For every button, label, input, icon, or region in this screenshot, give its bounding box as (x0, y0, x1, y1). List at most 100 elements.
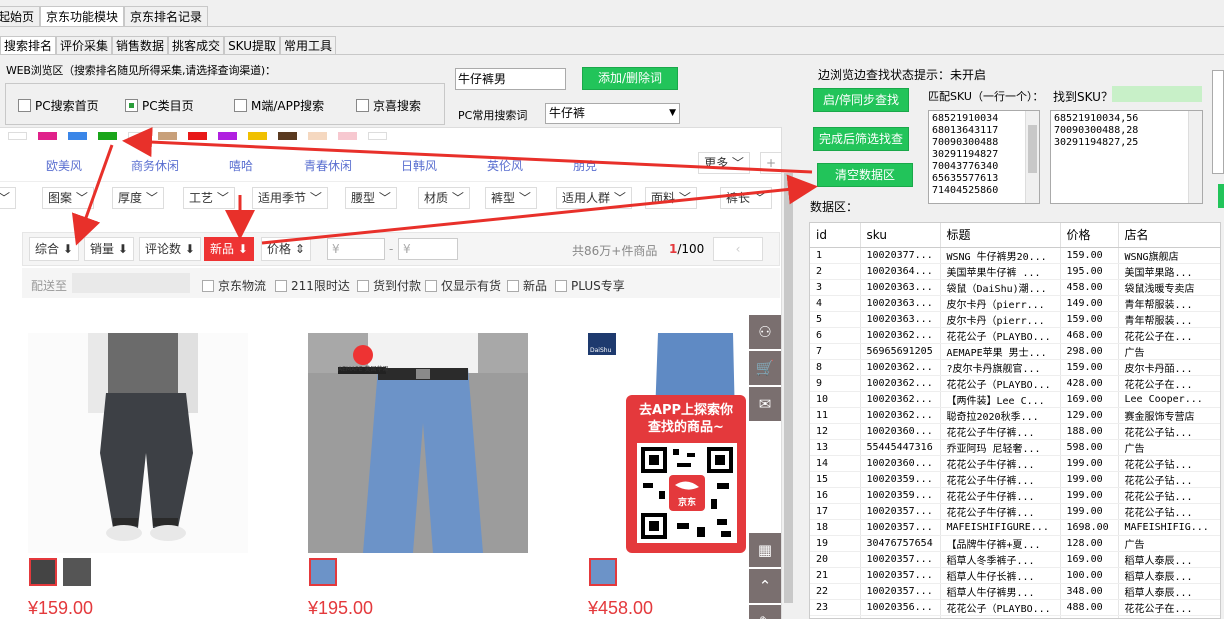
mode-mobile-app-search[interactable]: M端/APP搜索 (234, 97, 324, 114)
table-row[interactable]: 16 10020359... 花花公子牛仔裤... 199.00 花花公子钻... (810, 487, 1220, 504)
color-swatch[interactable] (128, 132, 147, 140)
column-header[interactable]: 店名 (1118, 223, 1220, 248)
product-image-2[interactable]: AEMAPE 美国苹果 (308, 333, 528, 553)
qrcode-icon[interactable]: ▦ (749, 533, 781, 567)
sort-button[interactable]: 新品 ⬇ (204, 237, 254, 261)
tab-sku-extract[interactable]: SKU提取 (224, 36, 281, 55)
delivery-filter[interactable]: 新品 (507, 277, 547, 294)
sort-button[interactable]: 价格 ⇕ (261, 237, 311, 261)
chevron-down-icon[interactable]: ﹀ (0, 187, 17, 209)
textarea-scrollbar[interactable] (1188, 111, 1202, 203)
attribute-dropdown[interactable]: 材质 ﹀ (418, 187, 470, 209)
color-swatch[interactable] (248, 132, 267, 140)
color-swatch[interactable] (368, 132, 387, 140)
sort-button[interactable]: 综合 ⬇ (29, 237, 79, 261)
scroll-thumb[interactable] (784, 173, 793, 603)
tab-search-rank[interactable]: 搜索排名 (0, 36, 57, 55)
table-row[interactable]: 17 10020357... 花花公子牛仔裤... 199.00 花花公子钻... (810, 503, 1220, 520)
table-row[interactable]: 18 10020357... MAFEISHIFIGURE... 1698.00 MAF… (810, 519, 1220, 536)
attribute-dropdown[interactable]: 适用季节 ﹀ (252, 187, 328, 209)
table-row[interactable]: 5 10020363... 皮尔卡丹（pierr... 159.00 青年帮服装... (810, 311, 1220, 328)
tab-common-tools[interactable]: 常用工具 (280, 36, 337, 55)
cart-icon[interactable]: 🛒 (749, 351, 781, 385)
attribute-dropdown[interactable]: 工艺 ﹀ (183, 187, 235, 209)
more-button[interactable]: 更多 ﹀ (698, 152, 750, 174)
color-swatch[interactable] (68, 132, 87, 140)
product-thumb[interactable] (309, 558, 337, 586)
checkbox[interactable] (425, 279, 437, 292)
style-option[interactable]: 青春休闲 (304, 157, 352, 174)
delivery-filter[interactable]: 货到付款 (357, 277, 421, 294)
color-swatch[interactable] (278, 132, 297, 140)
style-option[interactable]: 嘻哈 (229, 157, 253, 174)
add-delete-word-button[interactable]: 添加/删除词 (582, 67, 678, 90)
attribute-dropdown[interactable]: 适用人群 ﹀ (556, 187, 632, 209)
attribute-dropdown[interactable]: 腰型 ﹀ (345, 187, 397, 209)
filter-after-done-button[interactable]: 完成后筛选找查 (813, 127, 909, 151)
data-grid[interactable]: id sku 标题 价格 店名 1 10020377... WSNG 牛仔裤男20... 15… (809, 222, 1221, 619)
attribute-dropdown[interactable]: 图案 ﹀ (42, 187, 94, 209)
price-to-input[interactable]: ¥ (398, 238, 458, 260)
table-row[interactable]: 4 10020363... 皮尔卡丹（pierr... 149.00 青年帮服装... (810, 295, 1220, 312)
style-option[interactable]: 商务休闲 (131, 157, 179, 174)
delivery-filter[interactable]: 仅显示有货 (425, 277, 501, 294)
up-icon[interactable]: ⌃ (749, 569, 781, 603)
checkbox[interactable] (202, 279, 214, 292)
color-swatch[interactable] (158, 132, 177, 140)
checkbox[interactable] (507, 279, 519, 292)
table-row[interactable]: 7 56965691205 AEMAPE苹果 男士... 298.00 广告 (810, 343, 1220, 360)
prev-page-button[interactable]: ‹ (713, 237, 763, 261)
checkbox[interactable] (18, 99, 31, 112)
tab-jd-function-module[interactable]: 京东功能模块 (40, 6, 125, 27)
common-search-select[interactable]: 牛仔裤 ▼ (545, 103, 680, 124)
checkbox[interactable] (234, 99, 247, 112)
tab-pick-deal[interactable]: 挑客成交 (168, 36, 225, 55)
mode-pc-category[interactable]: PC类目页 (125, 97, 194, 114)
table-row[interactable]: 13 55445447316 乔亚阿玛 尼轻奢... 598.00 广告 (810, 439, 1220, 456)
delivery-filter[interactable]: PLUS专享 (555, 277, 625, 294)
attribute-dropdown[interactable]: 裤长 ﹀ (720, 187, 772, 209)
sort-button[interactable]: 评论数 ⬇ (139, 237, 201, 261)
message-icon[interactable]: ✉ (749, 387, 781, 421)
color-swatch[interactable] (188, 132, 207, 140)
table-row[interactable]: 11 10020362... 聪奇拉2020秋季... 129.00 赛金服饰专营店 (810, 407, 1220, 424)
side-button-edge[interactable] (1218, 184, 1224, 208)
table-row[interactable]: 14 10020360... 花花公子牛仔裤... 199.00 花花公子钻... (810, 455, 1220, 472)
style-option[interactable]: 欧美风 (46, 157, 82, 174)
keyword-input[interactable]: 牛仔裤男 (455, 68, 566, 90)
table-row[interactable]: 20 10020357... 稻草人冬季裤子... 169.00 稻草人泰辰... (810, 551, 1220, 568)
column-header[interactable]: 价格 (1060, 223, 1119, 248)
clear-data-button[interactable]: 清空数据区 (817, 163, 913, 187)
product-thumb[interactable] (63, 558, 91, 586)
table-row[interactable]: 23 10020356... 花花公子（PLAYBO... 488.00 花花公子在..… (810, 599, 1220, 616)
delivery-filter[interactable]: 211限时达 (275, 277, 350, 294)
style-option[interactable]: 日韩风 (401, 157, 437, 174)
color-swatch[interactable] (308, 132, 327, 140)
column-header[interactable]: 标题 (940, 223, 1061, 248)
found-sku-textarea[interactable]: 68521910034,56 70090300488,28 3029119482… (1050, 110, 1203, 204)
product-image-1[interactable] (28, 333, 248, 553)
browser-scrollbar[interactable] (781, 127, 795, 619)
column-header[interactable]: sku (860, 223, 941, 248)
checkbox[interactable] (357, 279, 369, 292)
product-thumb[interactable] (589, 558, 617, 586)
checkbox[interactable] (356, 99, 369, 112)
color-swatch[interactable] (218, 132, 237, 140)
table-row[interactable]: 8 10020362... ?皮尔卡丹旗舰官... 159.00 皮尔卡丹皕... (810, 359, 1220, 376)
textarea-scrollbar[interactable] (1025, 111, 1039, 203)
style-option[interactable]: 英伦风 (487, 157, 523, 174)
ship-to-location[interactable] (72, 273, 190, 293)
attribute-dropdown[interactable]: 厚度 ﹀ (112, 187, 164, 209)
edit-icon[interactable]: ✎ (749, 605, 781, 619)
checkbox[interactable] (275, 279, 287, 292)
color-swatch[interactable] (8, 132, 27, 140)
mode-pc-search[interactable]: PC搜索首页 (18, 97, 99, 114)
attribute-dropdown[interactable]: 裤型 ﹀ (485, 187, 537, 209)
table-row[interactable]: 22 10020357... 稻草人牛仔裤男... 348.00 稻草人泰辰... (810, 583, 1220, 600)
column-header[interactable]: id (810, 223, 861, 248)
style-option[interactable]: 朋克 (573, 157, 597, 174)
embedded-browser[interactable]: 欧美风商务休闲嘻哈青春休闲日韩风英伦风朋克 更多 ﹀ + ﹀ 图案 ﹀厚度 ﹀工… (0, 127, 788, 619)
color-swatch[interactable] (338, 132, 357, 140)
delivery-filter[interactable]: 京东物流 (202, 277, 266, 294)
color-swatch[interactable] (38, 132, 57, 140)
